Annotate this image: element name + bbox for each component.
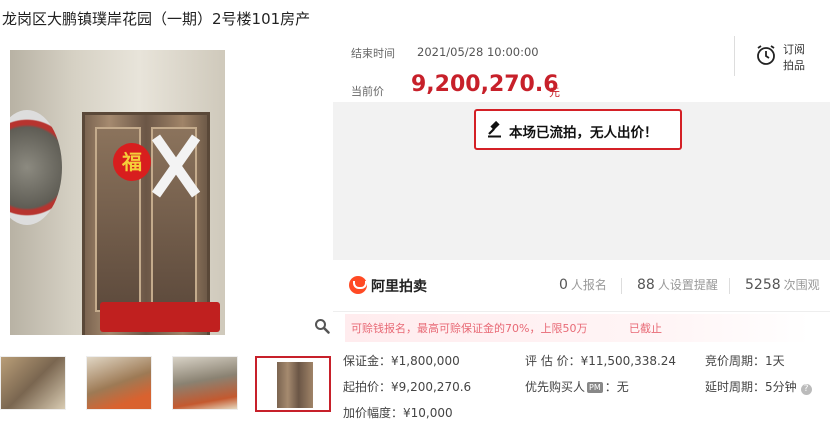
thumbnail-door (277, 362, 313, 408)
view-unit: 次围观 (783, 278, 820, 292)
status-area: 本场已流拍，无人出价！ (333, 102, 830, 260)
priority-buyer: 优先购买人 PM ：无 (525, 378, 629, 395)
auction-details: 保证金：¥1,800,000 起拍价：¥9,200,270.6 加价幅度：¥10… (341, 348, 830, 428)
brand-name: 阿里拍卖 (371, 279, 427, 295)
stat-divider (729, 278, 730, 294)
divider (734, 36, 735, 76)
thumbnail-2[interactable] (86, 356, 152, 410)
view-stat: 5258 次围观 (745, 276, 820, 293)
reminder-count: 88 (637, 277, 655, 293)
extension-cycle: 延时周期：5分钟? (705, 378, 812, 395)
reminder-stat: 88 人设置提醒 (637, 276, 718, 293)
end-time-value: 2021/05/28 10:00:00 (417, 45, 539, 59)
fu-decoration: 福 (113, 143, 151, 181)
stat-divider (621, 278, 622, 294)
stats-bar: 阿里拍卖 0 人报名 88 人设置提醒 5258 次围观 (333, 260, 830, 312)
view-count: 5258 (745, 277, 781, 293)
signup-count: 0 (559, 277, 568, 293)
price-unit: 元 (549, 86, 560, 99)
credit-signup-banner: 可赊钱报名，最高可赊保证金的70%，上限50万 已截止 (345, 314, 810, 342)
page-title: 龙岗区大鹏镇璞岸花园（一期）2号楼101房产 (2, 10, 311, 28)
thumbnail-4-selected[interactable] (255, 356, 331, 412)
reminder-unit: 人设置提醒 (657, 278, 718, 292)
ali-auction-logo-icon (349, 276, 367, 294)
priority-buyer-value: ：无 (604, 380, 629, 394)
deposit: 保证金：¥1,800,000 (343, 354, 460, 368)
door-mat (100, 302, 220, 332)
bid-increment: 加价幅度：¥10,000 (343, 406, 453, 420)
credit-signup-text: 可赊钱报名，最高可赊保证金的70%，上限50万 (351, 322, 588, 335)
priority-buyer-label: 优先购买人 (525, 380, 586, 394)
bid-cycle: 竞价周期：1天 (705, 354, 785, 368)
subscribe-button[interactable]: 订阅拍品 (783, 42, 809, 74)
seal-strips (155, 135, 195, 195)
thumbnail-3[interactable] (172, 356, 238, 410)
current-price: 9,200,270.6 (411, 72, 559, 97)
gavel-icon (488, 121, 501, 138)
extension-cycle-text: 延时周期：5分钟 (705, 380, 797, 394)
main-photo[interactable]: 福 (10, 50, 225, 335)
priority-badge: PM (587, 382, 603, 393)
credit-signup-status: 已截止 (629, 322, 662, 335)
start-price: 起拍价：¥9,200,270.6 (343, 380, 472, 394)
auction-info: 结束时间 2021/05/28 10:00:00 当前价 9,200,270.6… (333, 30, 830, 102)
signup-unit: 人报名 (570, 278, 607, 292)
thumbnail-strip (0, 356, 335, 412)
signup-stat: 0 人报名 (559, 276, 607, 293)
alarm-clock-icon[interactable] (755, 44, 777, 66)
help-icon[interactable]: ? (800, 384, 812, 395)
thumbnail-1[interactable] (0, 356, 66, 410)
unsold-notice: 本场已流拍，无人出价！ (474, 109, 682, 150)
end-time-label: 结束时间 (351, 47, 395, 60)
notice-text: 本场已流拍，无人出价！ (509, 125, 658, 141)
zoom-icon[interactable] (314, 318, 330, 334)
current-price-label: 当前价 (351, 85, 384, 98)
appraisal-price: 评 估 价：¥11,500,338.24 (525, 354, 677, 368)
